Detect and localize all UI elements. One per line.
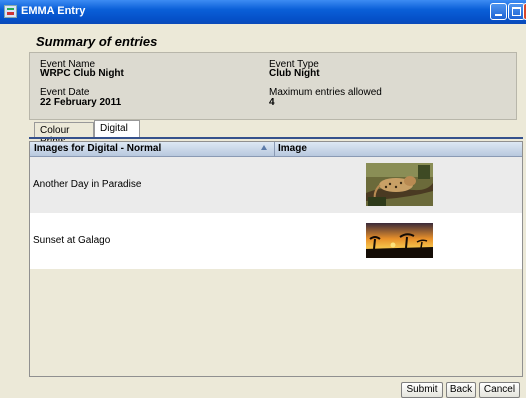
event-date-value: 22 February 2011 xyxy=(40,97,122,108)
event-info-panel: Event Name WRPC Club Night Event Type Cl… xyxy=(29,52,517,120)
emma-entry-window: EMMA Entry Summary of entries Event Name… xyxy=(0,0,526,398)
title-bar[interactable]: EMMA Entry xyxy=(0,0,526,24)
sunset-thumbnail xyxy=(366,223,433,258)
window-title: EMMA Entry xyxy=(21,5,86,17)
column-header-image[interactable]: Image xyxy=(278,143,307,154)
max-entries-label: Maximum entries allowed xyxy=(269,87,382,98)
entries-table: Images for Digital - Normal Image Anothe… xyxy=(29,141,523,377)
table-header: Images for Digital - Normal Image xyxy=(30,142,522,157)
back-button[interactable]: Back xyxy=(446,382,476,398)
entry-name: Another Day in Paradise xyxy=(33,179,142,190)
leopard-thumbnail xyxy=(366,163,433,206)
table-row[interactable]: Another Day in Paradise xyxy=(30,157,522,213)
max-entries-value: 4 xyxy=(269,97,275,108)
tab-colour-prints[interactable]: Colour Prints xyxy=(34,122,94,147)
column-header-images[interactable]: Images for Digital - Normal xyxy=(34,143,161,154)
sort-ascending-icon xyxy=(261,145,267,150)
event-type-value: Club Night xyxy=(269,68,320,79)
tab-divider xyxy=(29,137,523,139)
entry-name: Sunset at Galago xyxy=(33,235,111,246)
tab-digital[interactable]: Digital xyxy=(94,120,140,138)
table-row[interactable]: Sunset at Galago xyxy=(30,213,522,269)
submit-button[interactable]: Submit xyxy=(401,382,443,398)
page-heading: Summary of entries xyxy=(36,34,158,49)
event-name-value: WRPC Club Night xyxy=(40,68,124,79)
column-divider[interactable] xyxy=(274,142,275,156)
minimize-button[interactable] xyxy=(490,3,507,20)
app-icon xyxy=(4,5,17,18)
cancel-button[interactable]: Cancel xyxy=(479,382,520,398)
